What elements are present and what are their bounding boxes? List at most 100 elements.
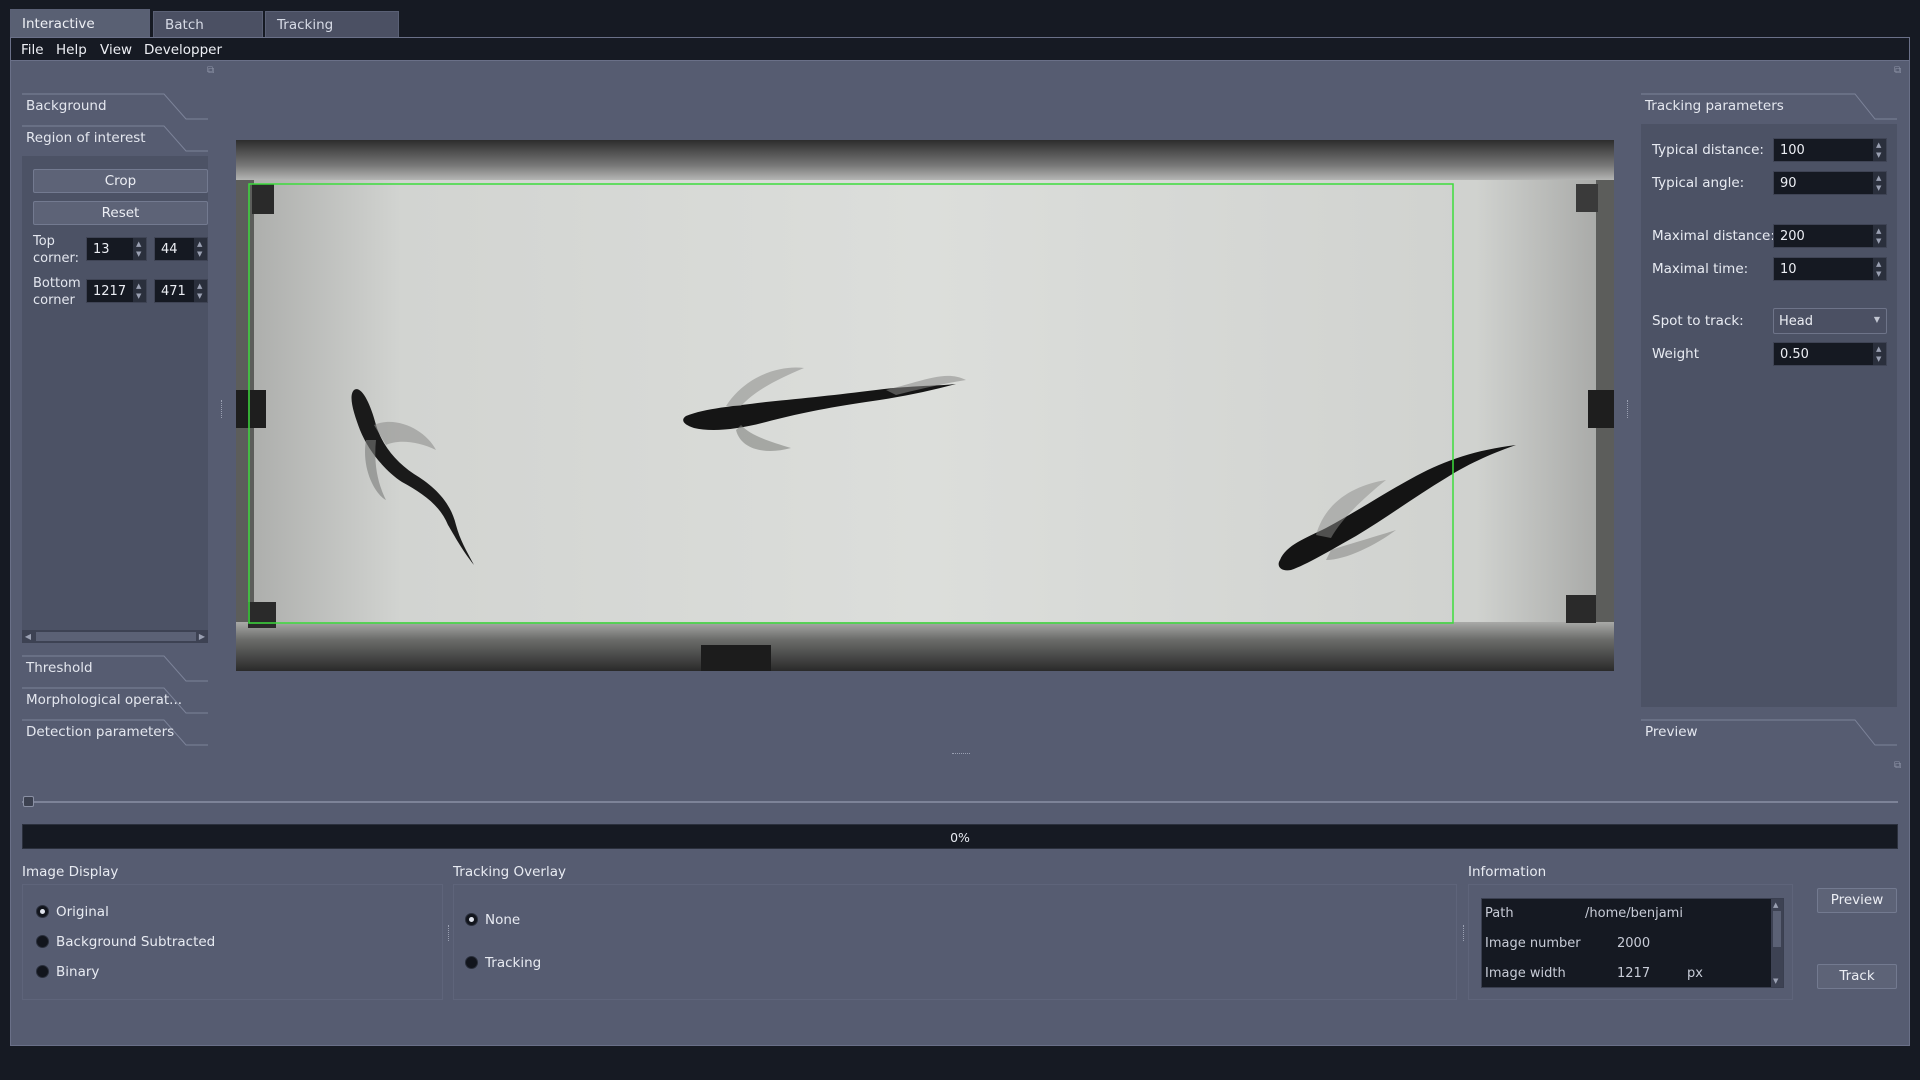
info-key: Image width: [1485, 966, 1566, 981]
radio-binary-label[interactable]: Binary: [56, 964, 99, 980]
spin-arrows[interactable]: ▲ ▼: [1873, 343, 1886, 365]
tracking-overlay-title: Tracking Overlay: [453, 864, 566, 880]
bottom-corner-y-spinbox[interactable]: 471 ▲ ▼: [154, 279, 208, 303]
section-threshold[interactable]: Threshold: [22, 655, 208, 683]
splitter-handle[interactable]: [221, 400, 224, 418]
spin-value: 90: [1780, 176, 1797, 191]
section-label: Morphological operat...: [26, 692, 183, 708]
spin-value: 1217: [93, 284, 127, 299]
spin-arrows[interactable]: ▲ ▼: [1873, 139, 1886, 161]
info-key: Image number: [1485, 936, 1581, 951]
menu-developper[interactable]: Developper: [144, 42, 222, 58]
scroll-up-icon[interactable]: ▲: [1773, 901, 1778, 909]
info-row-image-number: Image number 2000: [1482, 929, 1782, 959]
weight-spinbox[interactable]: 0.50 ▲ ▼: [1773, 342, 1887, 366]
information-title: Information: [1468, 864, 1547, 880]
progress-text: 0%: [950, 830, 970, 845]
menu-view[interactable]: View: [100, 42, 132, 58]
radio-tracking-label[interactable]: Tracking: [485, 955, 541, 971]
top-corner-label: Top corner:: [33, 234, 79, 266]
spin-arrows[interactable]: ▲ ▼: [1873, 225, 1886, 247]
spin-value: 0.50: [1780, 347, 1809, 362]
select-value: Head: [1779, 314, 1813, 329]
radio-background-subtracted-label[interactable]: Background Subtracted: [56, 934, 215, 950]
splitter-handle[interactable]: [1627, 400, 1630, 418]
scroll-right-icon[interactable]: ▶: [196, 630, 208, 643]
tab-tracking-inspector[interactable]: Tracking inspector: [265, 11, 399, 59]
spot-to-track-select[interactable]: Head ▼: [1773, 308, 1887, 334]
maximal-distance-spinbox[interactable]: 200 ▲ ▼: [1773, 224, 1887, 248]
typical-distance-spinbox[interactable]: 100 ▲ ▼: [1773, 138, 1887, 162]
splitter-handle[interactable]: [952, 753, 970, 756]
radio-background-subtracted[interactable]: [36, 935, 49, 948]
preview-button[interactable]: Preview: [1817, 888, 1897, 913]
spin-value: 471: [161, 284, 186, 299]
tab-batch-tracking[interactable]: Batch tracking: [153, 11, 263, 59]
info-row-image-width: Image width 1217 px: [1482, 959, 1782, 989]
tracking-parameters-panel: [1641, 124, 1897, 707]
maximal-time-spinbox[interactable]: 10 ▲ ▼: [1773, 257, 1887, 281]
reset-button[interactable]: Reset: [33, 201, 208, 225]
scroll-down-icon[interactable]: ▼: [1773, 977, 1778, 985]
frame-slider-track[interactable]: [22, 801, 1898, 803]
menu-help[interactable]: Help: [56, 42, 87, 58]
roi-scrollbar[interactable]: ◀ ▶: [22, 630, 208, 643]
radio-none[interactable]: [465, 913, 478, 926]
section-tracking-parameters[interactable]: Tracking parameters: [1641, 93, 1897, 121]
section-preview[interactable]: Preview: [1641, 719, 1897, 747]
top-corner-y-spinbox[interactable]: 44 ▲ ▼: [154, 237, 208, 261]
scroll-left-icon[interactable]: ◀: [22, 630, 34, 643]
splitter-handle[interactable]: [448, 925, 451, 941]
weight-label: Weight: [1652, 346, 1700, 362]
spin-arrows[interactable]: ▲ ▼: [1873, 172, 1886, 194]
section-label: Threshold: [26, 660, 93, 676]
spin-arrows[interactable]: ▲ ▼: [133, 280, 146, 302]
section-label: Region of interest: [26, 130, 146, 146]
info-key: Path: [1485, 906, 1514, 921]
section-detection-parameters[interactable]: Detection parameters: [22, 719, 208, 747]
splitter-handle[interactable]: [1463, 925, 1466, 941]
progress-bar: 0%: [22, 824, 1898, 849]
menu-file[interactable]: File: [21, 42, 44, 58]
spin-arrows[interactable]: ▲ ▼: [194, 280, 207, 302]
track-button[interactable]: Track: [1817, 964, 1897, 989]
info-value: /home/benjami: [1585, 906, 1683, 921]
radio-tracking[interactable]: [465, 956, 478, 969]
fish-tank-image: [236, 140, 1614, 671]
section-background[interactable]: Background: [22, 93, 208, 121]
scrollbar-thumb[interactable]: [36, 632, 196, 641]
section-region-of-interest[interactable]: Region of interest: [22, 125, 208, 153]
spin-arrows[interactable]: ▲ ▼: [1873, 258, 1886, 280]
frame-slider-handle[interactable]: [23, 796, 34, 807]
tracking-overlay-box: [453, 884, 1457, 1000]
typical-angle-spinbox[interactable]: 90 ▲ ▼: [1773, 171, 1887, 195]
radio-original[interactable]: [36, 905, 49, 918]
float-icon[interactable]: ⧉: [1894, 65, 1901, 76]
maximal-distance-label: Maximal distance:: [1652, 228, 1775, 244]
scrollbar-thumb[interactable]: [1773, 911, 1781, 947]
bottom-corner-label: Bottom corner: [33, 276, 81, 308]
spin-arrows[interactable]: ▲ ▼: [194, 238, 207, 260]
section-morphological-operations[interactable]: Morphological operat...: [22, 687, 208, 715]
bottom-corner-x-spinbox[interactable]: 1217 ▲ ▼: [86, 279, 147, 303]
top-corner-x-spinbox[interactable]: 13 ▲ ▼: [86, 237, 147, 261]
radio-none-label[interactable]: None: [485, 912, 520, 928]
spot-to-track-label: Spot to track:: [1652, 313, 1744, 329]
spin-value: 13: [93, 242, 110, 257]
typical-distance-label: Typical distance:: [1652, 142, 1764, 158]
spin-value: 44: [161, 242, 178, 257]
radio-binary[interactable]: [36, 965, 49, 978]
tab-interactive-tracking[interactable]: Interactive tracking: [10, 9, 150, 60]
info-value: 1217: [1617, 966, 1651, 981]
radio-original-label[interactable]: Original: [56, 904, 109, 920]
roi-panel: [22, 156, 208, 630]
spin-arrows[interactable]: ▲ ▼: [133, 238, 146, 260]
information-table: Path /home/benjami Image number 2000 Ima…: [1481, 898, 1784, 988]
float-icon[interactable]: ⧉: [1894, 760, 1901, 771]
tracking-image-view[interactable]: [236, 140, 1614, 671]
crop-button[interactable]: Crop: [33, 169, 208, 193]
float-icon[interactable]: ⧉: [207, 65, 214, 76]
spin-value: 100: [1780, 143, 1805, 158]
info-scrollbar[interactable]: ▲ ▼: [1771, 899, 1783, 987]
info-row-path: Path /home/benjami: [1482, 899, 1782, 929]
